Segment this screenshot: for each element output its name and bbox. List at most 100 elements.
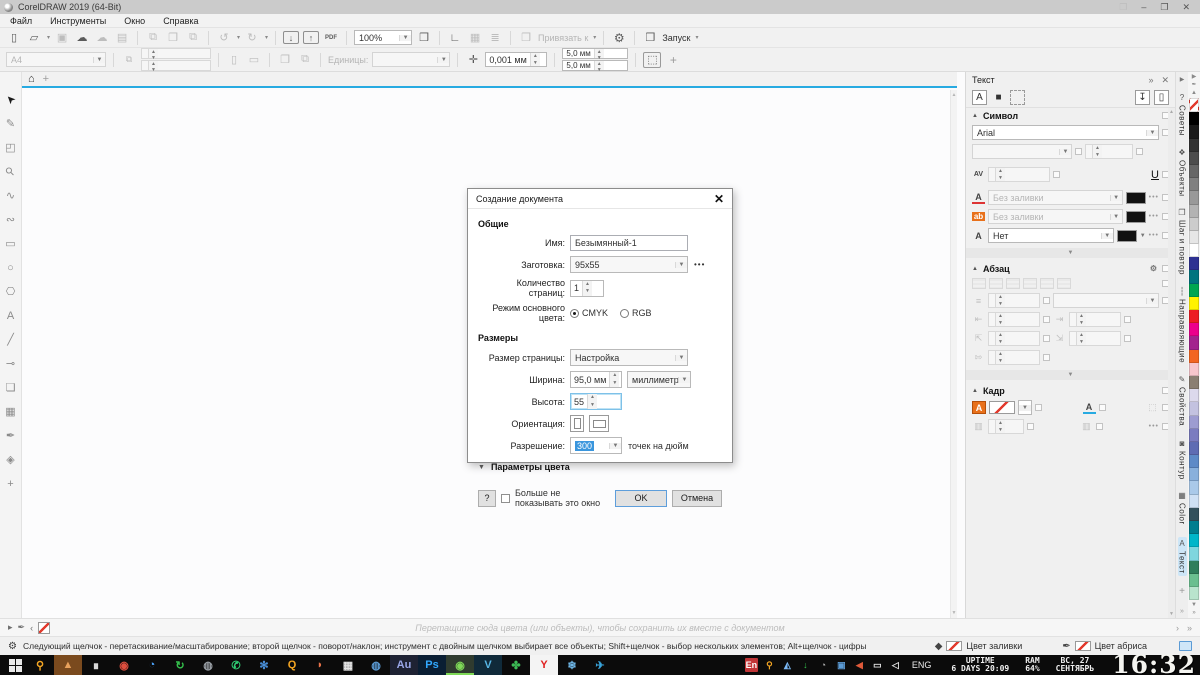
character-highlight-combo[interactable]: Без заливки ▼ (988, 209, 1123, 224)
taskbar-telegram[interactable]: ✈ (586, 655, 614, 675)
taskbar-sync[interactable]: ↻ (166, 655, 194, 675)
titlebar-plugin-icon[interactable]: ❒ (1119, 2, 1127, 13)
transparency-tool[interactable]: ▦ (3, 404, 19, 419)
frame-text-color-icon[interactable]: A (1082, 402, 1096, 414)
palette-swatch[interactable] (1189, 468, 1199, 482)
space-before-spinner[interactable]: ▲ ▼ (988, 312, 1040, 327)
tab-text[interactable]: A Текст (1177, 536, 1187, 576)
space-after-spinner[interactable]: ▲ ▼ (1069, 312, 1121, 327)
palette-swatch[interactable] (1189, 362, 1199, 376)
rectangle-tool[interactable]: ▭ (3, 236, 19, 251)
palette-swatch[interactable] (1189, 191, 1199, 205)
align-center-icon[interactable] (1006, 278, 1020, 289)
tray-mail[interactable]: ▣ (835, 658, 848, 672)
palette-swatch[interactable] (1189, 138, 1199, 152)
columns-spinner[interactable]: ▲ ▼ (988, 419, 1024, 434)
font-family-combo[interactable]: Arial ▼ (972, 125, 1159, 140)
taskbar-q-app[interactable]: Q (278, 655, 306, 675)
current-page-icon[interactable]: ⧉ (297, 52, 313, 68)
palette-swatch[interactable] (1189, 112, 1199, 126)
rgb-radio[interactable]: RGB (620, 308, 652, 318)
tray-search[interactable]: ⚲ (763, 658, 776, 672)
indent-left-spinner[interactable]: ▲ ▼ (988, 331, 1040, 346)
pages-spinner[interactable]: 1 ▲ ▼ (570, 279, 604, 297)
palette-swatch[interactable] (1189, 270, 1199, 284)
tab-contour[interactable]: ◙ Контур (1178, 439, 1187, 480)
palette-swatch[interactable] (1189, 283, 1199, 297)
tray-volume[interactable]: ◁ (889, 658, 902, 672)
taskbar-photoshop[interactable]: Ps (418, 655, 446, 675)
pick-tool[interactable]: ➤ (3, 92, 19, 107)
canvas-vertical-scrollbar[interactable]: ▲ ▼ (950, 90, 957, 618)
name-input[interactable]: Безымянный-1 (570, 235, 688, 251)
tray-flag[interactable]: ◭ (781, 658, 794, 672)
ellipse-tool[interactable]: ○ (3, 260, 19, 275)
pdf-icon[interactable]: PDF (323, 30, 339, 46)
connector-tool[interactable]: ⊸ (3, 356, 19, 371)
portrait-icon[interactable]: ▯ (226, 52, 242, 68)
tray-lang-en[interactable]: En (744, 658, 758, 672)
guidelines-icon[interactable]: ≣ (487, 30, 503, 46)
orientation-portrait-button[interactable] (570, 415, 584, 432)
taskbar-gray-circle[interactable]: ◍ (194, 655, 222, 675)
menu-window[interactable]: Окно (124, 16, 145, 26)
palette-swatch[interactable] (1189, 455, 1199, 469)
tab-guidelines[interactable]: ┆ Направляющие (1178, 287, 1187, 363)
tray-network[interactable]: ▭ (871, 658, 884, 672)
palette-swatch[interactable] (1189, 204, 1199, 218)
treat-as-filled-icon[interactable]: ⬚ (643, 51, 662, 68)
indent-right-spinner[interactable]: ▲ ▼ (1069, 331, 1121, 346)
palette-swatch[interactable] (1189, 521, 1199, 535)
dont-show-checkbox[interactable] (501, 493, 510, 503)
tray-download[interactable]: ↓ (799, 658, 812, 672)
taskbar-blue-flower[interactable]: ✻ (250, 655, 278, 675)
options-gear-icon[interactable]: ⚙ (611, 30, 627, 46)
zoom-level-combo[interactable]: 100% ▼ (354, 30, 413, 45)
palette-swatch[interactable] (1189, 349, 1199, 363)
orientation-landscape-button[interactable] (589, 415, 609, 432)
frame-fill-none-swatch[interactable] (989, 401, 1015, 414)
dimension-tool[interactable]: ╱ (3, 332, 19, 347)
width-spinner[interactable]: 95,0 мм ▲ ▼ (570, 371, 622, 388)
taskbar-audition[interactable]: Au (390, 655, 418, 675)
frame-fit-icon[interactable]: ⬚ (1146, 402, 1159, 413)
palette-swatch[interactable] (1189, 415, 1199, 429)
scroll-up-icon[interactable]: ▲ (952, 92, 957, 98)
welcome-tab-home-icon[interactable]: ⌂ (28, 73, 35, 85)
taskbar-comet[interactable]: ◔ (138, 655, 166, 675)
minimize-button[interactable]: – (1141, 2, 1146, 12)
tabstrip-overflow-icon[interactable]: » (1180, 608, 1184, 618)
close-button[interactable]: ✕ (1182, 2, 1190, 13)
add-tool-button[interactable]: + (3, 476, 19, 491)
underline-button[interactable]: U (1151, 169, 1159, 181)
palette-swatch[interactable] (1189, 164, 1199, 179)
start-button[interactable] (4, 655, 26, 675)
character-fill-more-button[interactable]: ••• (1149, 194, 1159, 201)
color-settings-expander[interactable]: ▼ Параметры цвета (478, 462, 722, 472)
character-mode-icon[interactable]: A (972, 90, 987, 105)
page-width-spinner[interactable]: ▲ ▼ (141, 48, 211, 61)
palette-swatch[interactable] (1189, 375, 1199, 390)
page-size-combo[interactable]: Настройка ▼ (570, 349, 688, 366)
duplicate-x-spinner[interactable]: 5,0 мм ▲ ▼ (562, 48, 629, 61)
tabstrip-flyout-icon[interactable]: ▶ (1180, 76, 1185, 83)
text-tool[interactable]: A (3, 308, 19, 323)
menu-file[interactable]: Файл (10, 16, 32, 26)
palette-swatch[interactable] (1189, 507, 1199, 521)
character-section-expander[interactable]: ▼ (966, 248, 1175, 258)
ok-button[interactable]: OK (615, 489, 667, 507)
palette-swatch[interactable] (1189, 441, 1199, 456)
add-property-icon[interactable]: + (665, 52, 681, 68)
paragraph-gear-icon[interactable]: ⚙ (1150, 264, 1157, 273)
palette-swatch[interactable] (1189, 125, 1199, 139)
taskbar-globe[interactable]: ◍ (362, 655, 390, 675)
menu-tools[interactable]: Инструменты (50, 16, 106, 26)
palette-swatch[interactable] (1189, 98, 1199, 113)
align-none-icon[interactable] (972, 278, 986, 289)
tab-properties[interactable]: ✎ Свойства (1178, 375, 1187, 426)
paragraph-mode-icon[interactable]: ■ (991, 90, 1006, 105)
restore-button[interactable]: ❐ (1160, 2, 1168, 13)
tray-eclipse[interactable]: ◔ (817, 658, 830, 672)
nudge-spinner[interactable]: 0,001 мм ▲ ▼ (485, 52, 548, 67)
palette-swatch[interactable] (1189, 428, 1199, 442)
